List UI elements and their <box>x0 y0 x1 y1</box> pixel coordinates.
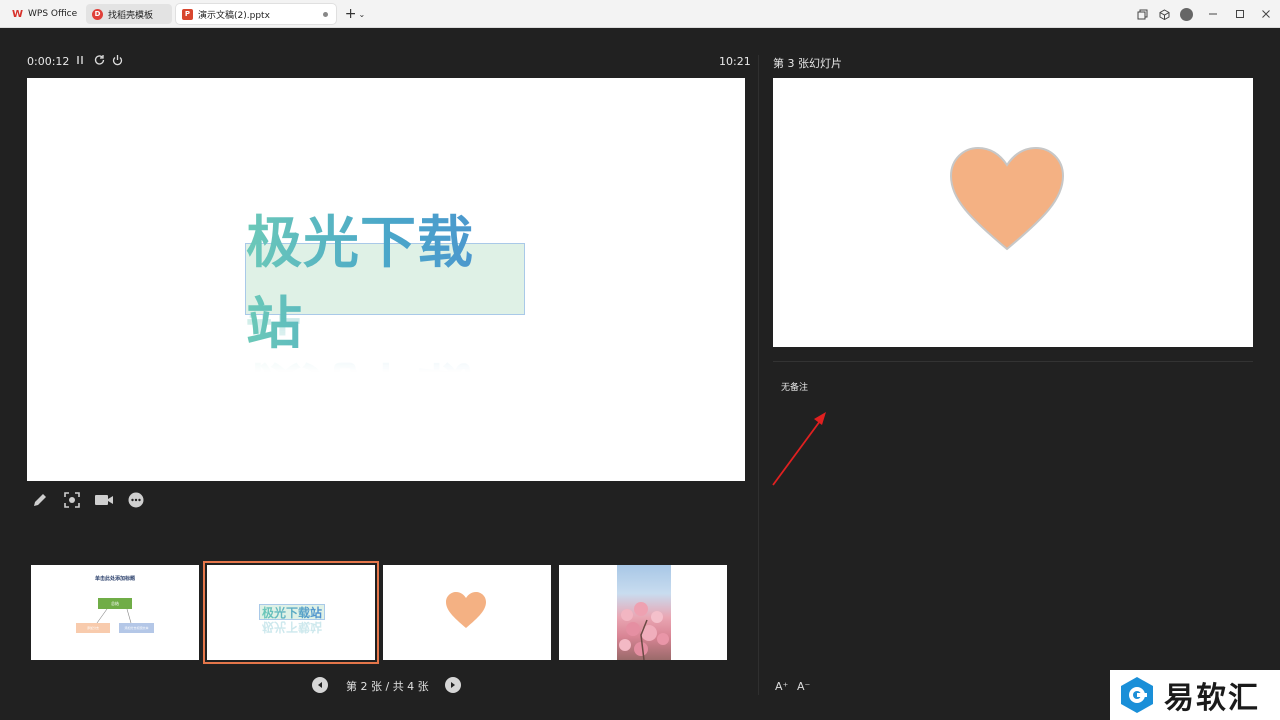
thumb-title: 极光下载站 <box>261 605 322 620</box>
next-slide-button[interactable] <box>445 677 461 693</box>
pane-divider[interactable] <box>758 55 759 695</box>
current-slide[interactable]: 极光下载站 极光下载站 <box>27 78 745 481</box>
camera-icon[interactable] <box>94 490 114 510</box>
notes-divider <box>773 361 1253 362</box>
elapsed-timer: 0:00:12 <box>27 55 70 68</box>
pen-icon[interactable] <box>30 490 50 510</box>
restore-window-icon[interactable] <box>1132 4 1152 24</box>
slide-thumbnail-1[interactable]: 单击此处添加标题 总结 添加分支 添加分支标题文本 <box>31 565 199 660</box>
cube-icon[interactable] <box>1154 4 1174 24</box>
tab-label: WPS Office <box>28 9 78 19</box>
presentation-file-icon: P <box>182 8 193 20</box>
pause-icon[interactable] <box>75 53 85 70</box>
watermark: 易软汇 <box>1110 670 1280 720</box>
page-indicator: 第 2 张 / 共 4 张 <box>346 680 429 693</box>
plus-icon: + <box>344 6 357 22</box>
previous-slide-button[interactable] <box>312 677 328 693</box>
thumb-title-reflection: 极光下载站 <box>259 620 325 636</box>
thumb-title-box: 极光下载站 <box>259 604 325 620</box>
minimize-icon[interactable] <box>1203 4 1223 24</box>
clock: 10:21 <box>719 55 751 68</box>
next-slide-label: 第 3 张幻灯片 <box>773 57 842 70</box>
slide-thumbnail-3[interactable] <box>383 565 551 660</box>
watermark-text: 易软汇 <box>1164 681 1260 716</box>
docer-icon: D <box>92 8 103 20</box>
wps-logo-icon: W <box>11 8 24 20</box>
tab-wps-office[interactable]: W WPS Office <box>6 4 82 24</box>
cherry-blossom-image <box>617 565 671 660</box>
avatar[interactable] <box>1176 4 1196 24</box>
tab-label: 找稻壳模板 <box>108 10 154 21</box>
maximize-icon[interactable] <box>1230 4 1250 24</box>
slide-thumbnail-4[interactable] <box>559 565 727 660</box>
more-icon[interactable] <box>126 490 146 510</box>
title-bar: W WPS Office D 找稻壳模板 P 演示文稿(2).pptx + ⌄ <box>0 0 1280 28</box>
watermark-logo-icon <box>1121 677 1153 713</box>
focus-icon[interactable] <box>62 490 82 510</box>
thumb-title-reflection-text: 极光下载站 <box>261 620 322 635</box>
restart-icon[interactable] <box>93 53 106 70</box>
heart-shape <box>446 592 486 628</box>
thumb-chart-left: 添加分支 <box>76 623 110 633</box>
speaker-notes[interactable]: 无备注 <box>781 380 808 393</box>
slide-title-reflection: 极光下载站 <box>245 273 525 419</box>
tab-label: 演示文稿(2).pptx <box>198 10 270 21</box>
tab-docer-templates[interactable]: D 找稻壳模板 <box>86 4 172 24</box>
red-arrow-annotation <box>772 412 826 486</box>
thumb-chart-right: 添加分支标题文本 <box>119 623 154 633</box>
heart-shape <box>949 146 1065 251</box>
slide-title-box: 极光下载站 <box>245 211 525 357</box>
slide-thumbnail-2[interactable]: 极光下载站 极光下载站 <box>203 561 379 664</box>
power-icon[interactable] <box>111 53 124 70</box>
next-slide-preview <box>773 78 1253 347</box>
close-icon[interactable] <box>1256 4 1276 24</box>
increase-font-button[interactable]: A⁺ <box>775 680 788 693</box>
unsaved-dot-icon <box>323 12 328 17</box>
tab-presentation[interactable]: P 演示文稿(2).pptx <box>176 4 336 24</box>
decrease-font-button[interactable]: A⁻ <box>797 680 810 693</box>
new-tab-button[interactable]: + ⌄ <box>342 4 368 24</box>
chevron-down-icon[interactable]: ⌄ <box>359 10 366 19</box>
